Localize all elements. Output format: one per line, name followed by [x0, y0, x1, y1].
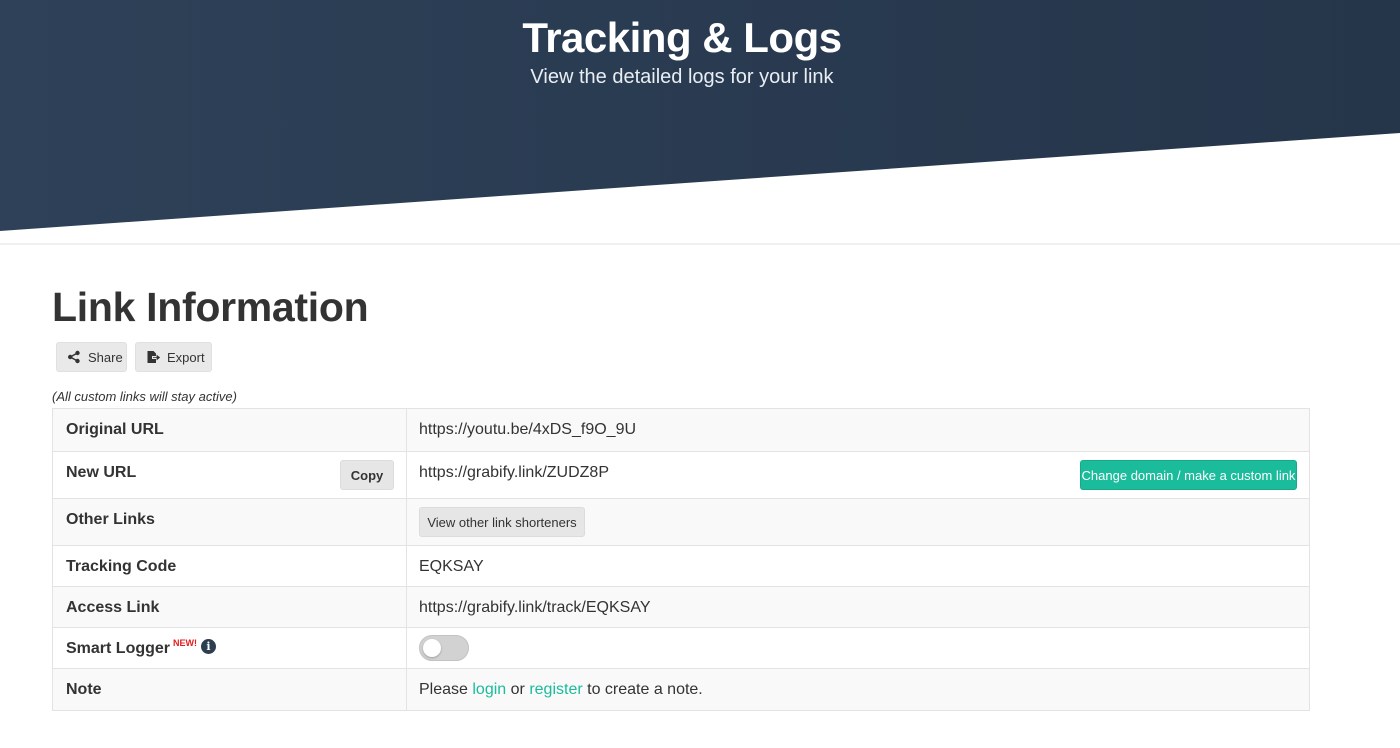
change-domain-button[interactable]: Change domain / make a custom link	[1080, 460, 1297, 490]
share-label: Share	[88, 349, 123, 365]
smart-logger-toggle[interactable]	[419, 635, 469, 661]
note-value-cell: Please login or register to create a not…	[407, 669, 1309, 710]
export-button[interactable]: Export	[135, 342, 212, 372]
new-url-value-cell: https://grabify.link/ZUDZ8P Change domai…	[407, 452, 1309, 498]
other-links-label: Other Links	[53, 499, 407, 545]
note-prefix: Please	[419, 681, 473, 698]
table-row-tracking-code: Tracking Code EQKSAY	[53, 545, 1309, 586]
toggle-knob	[423, 639, 441, 657]
table-row-note: Note Please login or register to create …	[53, 668, 1309, 710]
smart-logger-value-cell	[407, 628, 1309, 668]
copy-button[interactable]: Copy	[340, 460, 394, 490]
header-divider	[0, 243, 1400, 245]
new-url-value: https://grabify.link/ZUDZ8P	[419, 464, 609, 481]
note-suffix: to create a note.	[582, 681, 703, 698]
original-url-label: Original URL	[53, 409, 407, 451]
share-icon	[67, 350, 81, 364]
export-label: Export	[167, 349, 205, 365]
smart-logger-label: Smart Logger	[66, 640, 171, 657]
export-icon	[146, 350, 161, 364]
original-url-value: https://youtu.be/4xDS_f9O_9U	[419, 421, 637, 438]
other-links-value-cell: View other link shorteners	[407, 499, 1309, 545]
table-row-access-link: Access Link https://grabify.link/track/E…	[53, 586, 1309, 627]
link-info-table: Original URL https://youtu.be/4xDS_f9O_9…	[52, 408, 1310, 711]
access-link-label: Access Link	[53, 587, 407, 627]
share-button[interactable]: Share	[56, 342, 127, 372]
page-subtitle: View the detailed logs for your link	[530, 66, 834, 88]
access-link-value: https://grabify.link/track/EQKSAY	[419, 599, 651, 616]
section-title: Link Information	[52, 284, 369, 330]
custom-links-note: (All custom links will stay active)	[52, 389, 237, 404]
tracking-code-label: Tracking Code	[53, 546, 407, 586]
table-row-new-url: New URL Copy https://grabify.link/ZUDZ8P…	[53, 451, 1309, 498]
tracking-code-value: EQKSAY	[419, 558, 484, 575]
page-title: Tracking & Logs	[522, 14, 842, 61]
new-url-label-cell: New URL Copy	[53, 452, 407, 498]
login-link[interactable]: login	[472, 681, 506, 698]
smart-logger-label-cell: Smart Logger NEW! i	[53, 628, 407, 668]
table-row-original-url: Original URL https://youtu.be/4xDS_f9O_9…	[53, 409, 1309, 451]
new-url-label: New URL	[66, 464, 137, 481]
table-row-other-links: Other Links View other link shorteners	[53, 498, 1309, 545]
register-link[interactable]: register	[529, 681, 582, 698]
note-middle: or	[506, 681, 530, 698]
note-label: Note	[53, 669, 407, 710]
info-icon[interactable]: i	[201, 639, 217, 655]
header-banner: Tracking & Logs View the detailed logs f…	[0, 0, 1400, 250]
new-badge: NEW!	[173, 638, 198, 648]
table-row-smart-logger: Smart Logger NEW! i	[53, 627, 1309, 668]
view-other-shorteners-button[interactable]: View other link shorteners	[419, 507, 585, 537]
